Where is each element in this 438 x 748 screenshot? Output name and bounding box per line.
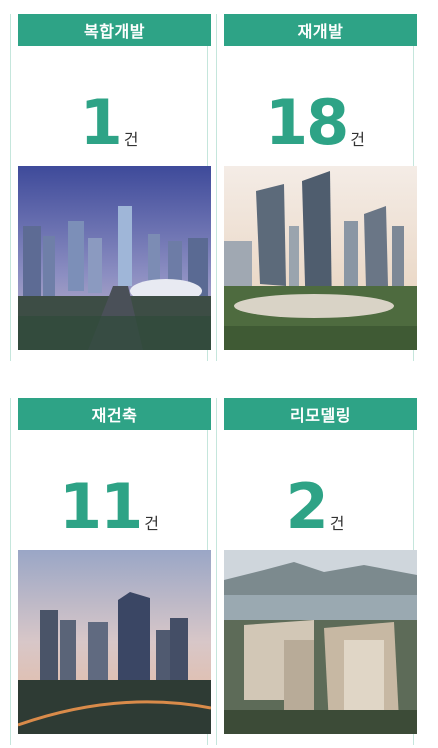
card-remodeling[interactable]: 리모델링 2 건 [216, 398, 417, 745]
card-redevelopment[interactable]: 재개발 18 건 [216, 14, 417, 361]
card-title: 복합개발 [18, 14, 211, 46]
count-number: 1 [79, 86, 123, 159]
count-number: 18 [264, 86, 349, 159]
count-number: 11 [58, 470, 143, 543]
remodeling-image [224, 550, 417, 734]
count-unit: 건 [329, 514, 345, 533]
reconstruction-image [18, 550, 211, 734]
card-title: 재건축 [18, 398, 211, 430]
count-display: 11 건 [11, 468, 207, 538]
count-display: 2 건 [217, 468, 413, 538]
count-display: 1 건 [11, 84, 207, 154]
count-unit: 건 [144, 514, 159, 533]
card-mixed-use[interactable]: 복합개발 1 건 [10, 14, 211, 361]
count-display: 18 건 [217, 84, 413, 154]
card-title: 재개발 [224, 14, 417, 46]
count-unit: 건 [350, 130, 365, 149]
card-reconstruction[interactable]: 재건축 11 건 [10, 398, 211, 745]
count-number: 2 [285, 470, 329, 543]
redevelopment-image [224, 166, 417, 350]
mixed-use-image [18, 166, 211, 350]
count-unit: 건 [123, 130, 139, 149]
card-title: 리모델링 [224, 398, 417, 430]
